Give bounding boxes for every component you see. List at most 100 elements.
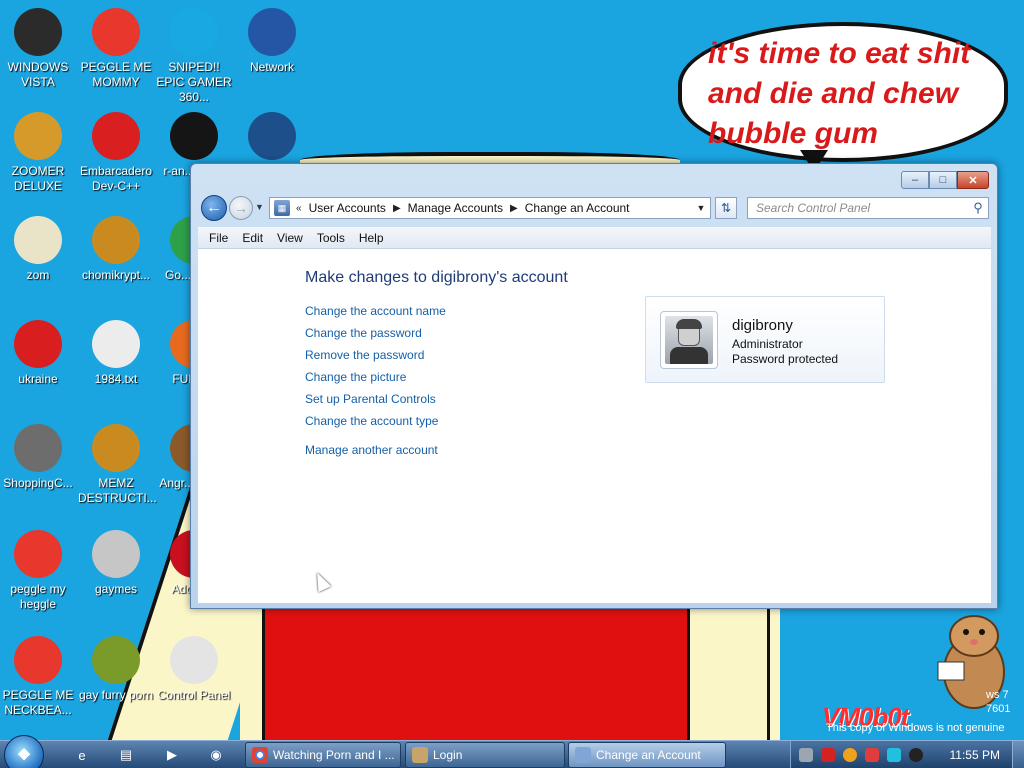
radiation-icon	[14, 320, 62, 368]
desktop-icon[interactable]: WINDOWS VISTA	[0, 8, 76, 90]
box-beaver-icon	[92, 636, 140, 684]
menu-tools[interactable]: Tools	[310, 231, 352, 245]
back-arrow-icon[interactable]: ←	[201, 195, 227, 221]
control-panel-icon	[575, 747, 591, 763]
desktop-icon[interactable]: gaymes	[78, 530, 154, 597]
control-panel-icon	[170, 636, 218, 684]
address-bar[interactable]: ▦ « User Accounts ▶ Manage Accounts ▶ Ch…	[269, 197, 711, 219]
display-icon[interactable]	[887, 747, 901, 762]
chrome-icon	[252, 747, 268, 763]
desktop-icon-label: PEGGLE ME NECKBEA...	[2, 688, 74, 717]
manage-another-account-link[interactable]: Manage another account	[305, 442, 446, 464]
desktop-icon[interactable]: gay furry porn	[78, 636, 154, 703]
minimize-button[interactable]: –	[901, 171, 929, 189]
taskbar-item-change-account[interactable]: Change an Account	[568, 742, 726, 768]
media-player-icon[interactable]: ▶	[160, 744, 184, 766]
system-tray: 11:55 PM	[790, 741, 1024, 768]
menu-edit[interactable]: Edit	[235, 231, 270, 245]
desktop-icon[interactable]: zom	[0, 216, 76, 283]
desktop-icon[interactable]	[234, 112, 310, 164]
recent-pages-dropdown-icon[interactable]: ▼	[255, 202, 264, 212]
breadcrumb-manage-accounts[interactable]: Manage Accounts	[403, 201, 508, 215]
hourglass-file-icon	[92, 216, 140, 264]
menu-help[interactable]: Help	[352, 231, 391, 245]
forward-arrow-icon[interactable]: →	[229, 196, 253, 220]
search-icon[interactable]: ⚲	[968, 200, 988, 216]
genuine-notice: This copy of Windows is not genuine	[826, 722, 1005, 734]
network-icon[interactable]	[799, 747, 813, 762]
flag-icon[interactable]	[865, 747, 879, 762]
user-role: Administrator	[732, 337, 803, 351]
taskbar-item-login[interactable]: Login	[405, 742, 565, 768]
desktop-icon-label: ukraine	[18, 372, 58, 386]
internet-explorer-icon[interactable]: e	[70, 744, 94, 766]
volume-icon[interactable]	[843, 747, 857, 762]
desktop-icon[interactable]: Embarcadero Dev-C++	[78, 112, 154, 194]
maximize-button[interactable]: □	[929, 171, 957, 189]
control-panel-window[interactable]: – □ ✕ ← → ▼ ▦ « User Accounts ▶ Manage A…	[190, 163, 998, 609]
desktop-icon[interactable]: 1984.txt	[78, 320, 154, 387]
windows-logo-icon: ❖	[16, 747, 32, 764]
skype-icon	[170, 8, 218, 56]
avatar	[660, 311, 718, 369]
desktop-icon[interactable]: SNIPED!! EPIC GAMER 360...	[156, 8, 232, 105]
dark-disc-icon	[170, 112, 218, 160]
desktop-icon[interactable]: ShoppingC...	[0, 424, 76, 491]
breadcrumb-arrow-icon[interactable]: ▶	[391, 203, 403, 214]
desktop-icon[interactable]: ZOOMER DELUXE	[0, 112, 76, 194]
desktop-icon[interactable]: chomikrypt...	[78, 216, 154, 283]
content-pane: Make changes to digibrony's account Chan…	[198, 249, 991, 603]
desktop-icon[interactable]: PEGGLE ME MOMMY	[78, 8, 154, 90]
control-panel-icon: ▦	[274, 200, 290, 216]
desktop-icon-label: PEGGLE ME MOMMY	[80, 60, 152, 89]
clock[interactable]: 11:55 PM	[950, 748, 1000, 762]
vista-orb-icon	[14, 8, 62, 56]
taskbar-item-chrome[interactable]: Watching Porn and I ...	[245, 742, 401, 768]
search-placeholder: Search Control Panel	[756, 201, 871, 215]
explorer-folder-icon[interactable]: ▤	[114, 744, 138, 766]
desktop-icon[interactable]: PEGGLE ME NECKBEA...	[0, 636, 76, 718]
start-button[interactable]: ❖	[4, 735, 44, 768]
desktop-icon[interactable]: ukraine	[0, 320, 76, 387]
breadcrumb-arrow-icon[interactable]: ▶	[508, 203, 520, 214]
remove-password-link[interactable]: Remove the password	[305, 347, 446, 369]
change-picture-link[interactable]: Change the picture	[305, 369, 446, 391]
close-button[interactable]: ✕	[957, 171, 989, 189]
desktop-icon[interactable]: Control Panel	[156, 636, 232, 703]
user-picture-icon	[665, 316, 713, 364]
menu-view[interactable]: View	[270, 231, 310, 245]
desktop-icon[interactable]: MEMZ DESTRUCTI...	[78, 424, 157, 506]
firefox-icon[interactable]: ◉	[204, 744, 228, 766]
cartoon-shirt	[262, 600, 690, 740]
window-controls: – □ ✕	[901, 171, 989, 189]
desktop-icon-label: 1984.txt	[94, 372, 138, 386]
desktop-icon[interactable]: Network	[234, 8, 310, 75]
desktop-icon[interactable]: peggle my heggle	[0, 530, 76, 612]
user-password-status: Password protected	[732, 352, 839, 366]
menu-file[interactable]: File	[202, 231, 235, 245]
breadcrumb-change-an-account[interactable]: Change an Account	[520, 201, 635, 215]
desktop-icon-label: gay furry porn	[78, 688, 154, 702]
flash-icon	[14, 424, 62, 472]
page-title: Make changes to digibrony's account	[305, 269, 568, 286]
change-account-type-link[interactable]: Change the account type	[305, 413, 446, 435]
devcpp-icon	[92, 112, 140, 160]
breadcrumb-overflow[interactable]: «	[294, 203, 304, 214]
desktop-icon-label: peggle my heggle	[10, 582, 66, 611]
change-password-link[interactable]: Change the password	[305, 325, 446, 347]
desktop-icon-label: Embarcadero Dev-C++	[79, 164, 153, 193]
search-input[interactable]: Search Control Panel ⚲	[747, 197, 989, 219]
power-icon[interactable]	[909, 747, 923, 762]
change-account-name-link[interactable]: Change the account name	[305, 303, 446, 325]
address-dropdown-icon[interactable]: ▼	[692, 203, 710, 213]
antivirus-icon[interactable]	[821, 747, 835, 762]
desktop-icon-label: SNIPED!! EPIC GAMER 360...	[156, 60, 232, 104]
flower-icon	[14, 216, 62, 264]
desktop-icon-label: ShoppingC...	[3, 476, 73, 490]
breadcrumb-user-accounts[interactable]: User Accounts	[304, 201, 391, 215]
peggle-icon	[14, 636, 62, 684]
parental-controls-link[interactable]: Set up Parental Controls	[305, 391, 446, 413]
desktop-icon-label: Control Panel	[157, 688, 231, 702]
show-desktop-button[interactable]	[1012, 741, 1024, 768]
refresh-icon[interactable]: ⇅	[715, 197, 737, 219]
